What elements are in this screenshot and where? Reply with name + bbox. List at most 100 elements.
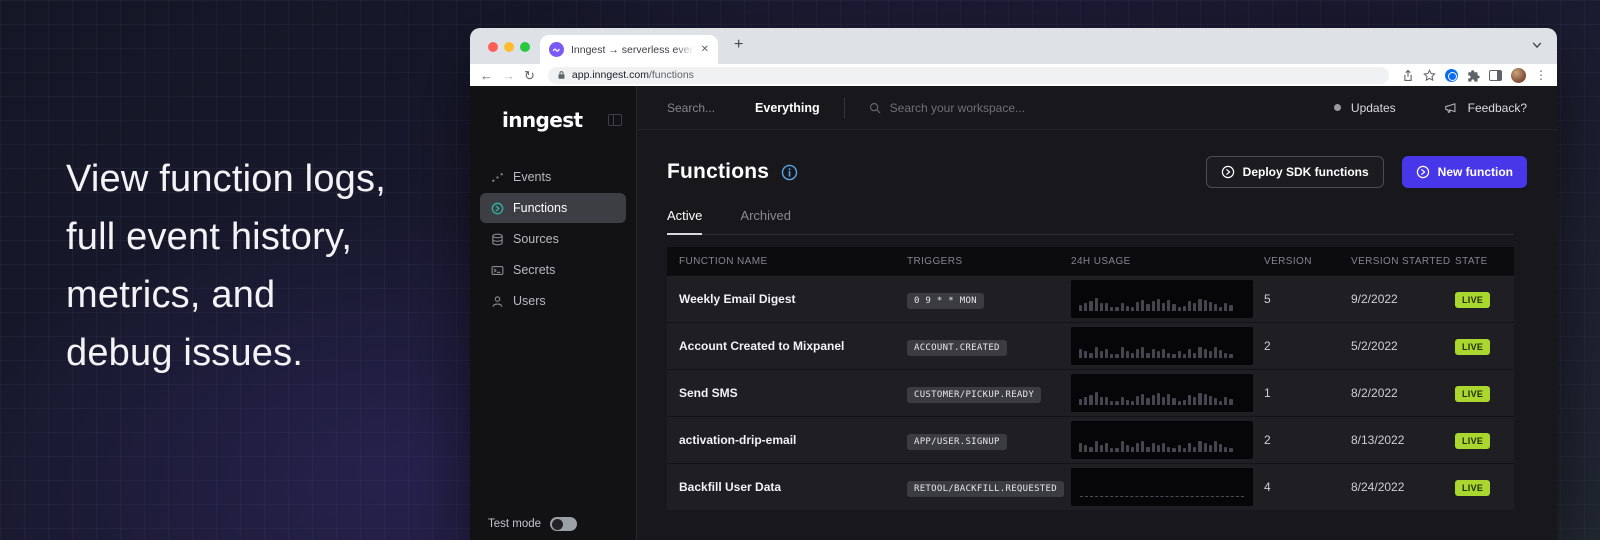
- usage-sparkline-chart: [1071, 421, 1253, 459]
- tab-strip: Inngest → serverless event-dri ✕ +: [470, 28, 1557, 64]
- version-started-value: 8/13/2022: [1351, 433, 1455, 447]
- url-path: /functions: [649, 69, 694, 81]
- col-triggers: TRIGGERS: [907, 256, 1071, 267]
- events-icon: [490, 171, 504, 184]
- info-icon[interactable]: [781, 164, 798, 181]
- share-icon[interactable]: [1402, 69, 1414, 82]
- state-badge: LIVE: [1455, 433, 1490, 449]
- workspace-search-input[interactable]: Search your workspace...: [890, 101, 1025, 115]
- search-label[interactable]: Search...: [667, 101, 715, 115]
- tab-active[interactable]: Active: [667, 208, 702, 235]
- hero-line: View function logs,: [66, 150, 386, 208]
- bookmark-star-icon[interactable]: [1423, 69, 1436, 82]
- hero-line: debug issues.: [66, 324, 386, 382]
- sources-icon: [490, 233, 504, 246]
- col-24h-usage: 24H USAGE: [1071, 256, 1264, 267]
- version-started-value: 9/2/2022: [1351, 292, 1455, 306]
- trigger-badge: APP/USER.SIGNUP: [907, 434, 1007, 450]
- functions-table: FUNCTION NAME TRIGGERS 24H USAGE VERSION…: [667, 247, 1514, 510]
- close-window-button[interactable]: [488, 42, 498, 52]
- new-tab-button[interactable]: +: [734, 37, 743, 53]
- sidebar-item-label: Secrets: [513, 263, 555, 277]
- table-row[interactable]: activation-drip-email APP/USER.SIGNUP 2 …: [667, 416, 1514, 463]
- search-icon: [869, 102, 881, 114]
- chevron-down-icon[interactable]: [1531, 38, 1543, 56]
- reload-icon[interactable]: ↻: [524, 69, 535, 82]
- version-value: 2: [1264, 433, 1351, 447]
- hero-text: View function logs, full event history, …: [66, 150, 386, 382]
- updates-link[interactable]: Updates: [1351, 101, 1396, 115]
- sidebar-item-functions[interactable]: Functions: [480, 193, 626, 223]
- url-text: app.inngest.com/functions: [572, 69, 694, 81]
- browser-tab[interactable]: Inngest → serverless event-dri ✕: [540, 35, 718, 64]
- sidebar: inngest Events Functions: [470, 86, 637, 540]
- minimize-window-button[interactable]: [504, 42, 514, 52]
- url-domain: app.inngest.com: [572, 69, 649, 81]
- browser-menu-icon[interactable]: ⋮: [1535, 68, 1547, 82]
- usage-sparkline-chart: [1071, 468, 1253, 506]
- col-version: VERSION: [1264, 256, 1351, 267]
- state-badge: LIVE: [1455, 386, 1490, 402]
- test-mode-toggle[interactable]: [550, 517, 577, 531]
- secrets-icon: [490, 264, 504, 277]
- side-panel-icon[interactable]: [1489, 70, 1502, 81]
- search-scope[interactable]: Everything: [755, 101, 820, 115]
- sidebar-item-sources[interactable]: Sources: [480, 224, 626, 254]
- version-value: 1: [1264, 386, 1351, 400]
- maximize-window-button[interactable]: [520, 42, 530, 52]
- back-icon[interactable]: ←: [480, 69, 493, 82]
- test-mode-control: Test mode: [488, 517, 577, 531]
- inngest-favicon-icon: [549, 42, 564, 57]
- sidebar-item-secrets[interactable]: Secrets: [480, 255, 626, 285]
- sidebar-item-label: Sources: [513, 232, 559, 246]
- sidebar-nav: Events Functions Sources: [470, 162, 636, 316]
- table-row[interactable]: Account Created to Mixpanel ACCOUNT.CREA…: [667, 322, 1514, 369]
- tab-title: Inngest → serverless event-dri: [571, 44, 694, 56]
- version-started-value: 8/2/2022: [1351, 386, 1455, 400]
- window-controls[interactable]: [488, 42, 530, 52]
- address-bar[interactable]: app.inngest.com/functions: [548, 67, 1389, 84]
- table-row[interactable]: Send SMS CUSTOMER/PICKUP.READY 1 8/2/202…: [667, 369, 1514, 416]
- hero-line: metrics, and: [66, 266, 386, 324]
- function-name: activation-drip-email: [679, 433, 907, 447]
- table-header: FUNCTION NAME TRIGGERS 24H USAGE VERSION…: [667, 247, 1514, 275]
- table-row[interactable]: Weekly Email Digest 0 9 * * MON 5 9/2/20…: [667, 275, 1514, 322]
- tab-archived[interactable]: Archived: [740, 208, 791, 234]
- lock-icon: [557, 70, 566, 80]
- sidebar-item-events[interactable]: Events: [480, 162, 626, 192]
- browser-toolbar: ← → ↻ app.inngest.com/functions ⋮: [470, 64, 1557, 86]
- new-function-button[interactable]: New function: [1402, 156, 1527, 188]
- sidebar-item-label: Events: [513, 170, 551, 184]
- inngest-app: inngest Events Functions: [470, 86, 1557, 540]
- state-badge: LIVE: [1455, 480, 1490, 496]
- col-state: STATE: [1455, 256, 1502, 267]
- users-icon: [490, 295, 504, 308]
- deploy-sdk-functions-button[interactable]: Deploy SDK functions: [1206, 156, 1384, 188]
- state-badge: LIVE: [1455, 339, 1490, 355]
- extensions-puzzle-icon[interactable]: [1467, 69, 1480, 82]
- sidebar-collapse-icon[interactable]: [608, 114, 622, 126]
- function-name: Weekly Email Digest: [679, 292, 907, 306]
- 1password-extension-icon[interactable]: [1445, 69, 1458, 82]
- tab-close-icon[interactable]: ✕: [701, 44, 709, 55]
- table-row[interactable]: Backfill User Data RETOOL/BACKFILL.REQUE…: [667, 463, 1514, 510]
- usage-sparkline-chart: [1071, 374, 1253, 412]
- profile-avatar[interactable]: [1511, 68, 1526, 83]
- col-function-name: FUNCTION NAME: [679, 256, 907, 267]
- version-started-value: 5/2/2022: [1351, 339, 1455, 353]
- state-badge: LIVE: [1455, 292, 1490, 308]
- forward-icon[interactable]: →: [502, 69, 515, 82]
- col-version-started: VERSION STARTED: [1351, 256, 1455, 267]
- trigger-badge: CUSTOMER/PICKUP.READY: [907, 387, 1041, 403]
- sidebar-item-users[interactable]: Users: [480, 286, 626, 316]
- function-name: Account Created to Mixpanel: [679, 339, 907, 353]
- deploy-circle-icon: [1221, 165, 1235, 179]
- sidebar-item-label: Functions: [513, 201, 567, 215]
- inngest-logo: inngest: [502, 108, 582, 132]
- trigger-badge: ACCOUNT.CREATED: [907, 340, 1007, 356]
- new-function-circle-icon: [1416, 165, 1430, 179]
- feedback-link[interactable]: Feedback?: [1468, 101, 1527, 115]
- function-name: Send SMS: [679, 386, 907, 400]
- trigger-badge: RETOOL/BACKFILL.REQUESTED: [907, 481, 1064, 497]
- version-value: 4: [1264, 480, 1351, 494]
